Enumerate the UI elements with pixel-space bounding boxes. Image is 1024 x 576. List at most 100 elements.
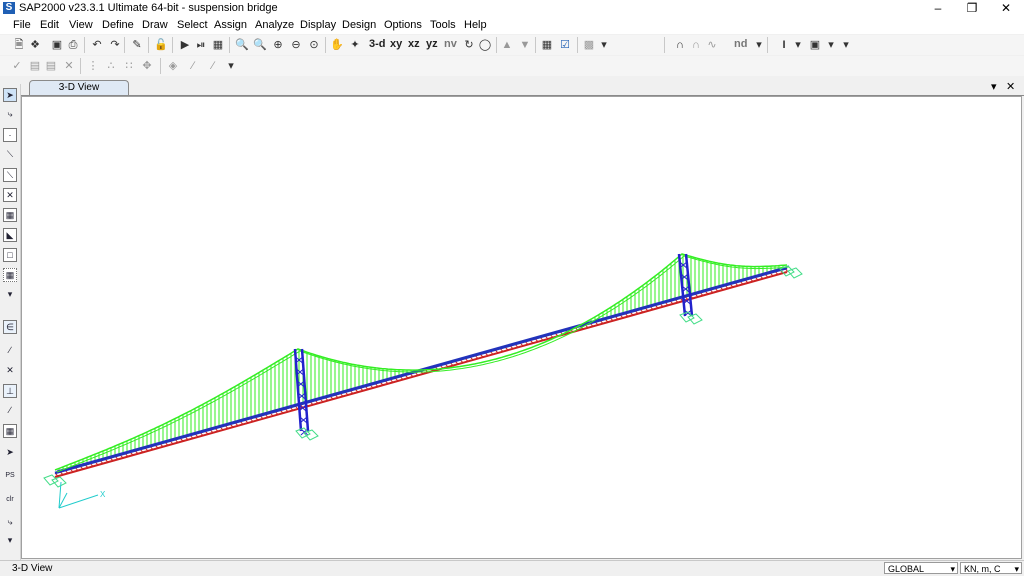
dropdown-arrow-icon[interactable]: ▾ xyxy=(224,59,238,73)
reshaper-icon[interactable]: ⤷ xyxy=(3,108,17,122)
quick-draw-secondary-icon[interactable]: ▦ xyxy=(3,208,17,222)
draw-frame-icon[interactable]: ⟍ xyxy=(3,148,17,162)
snap-fine-grid-icon[interactable]: ▦ xyxy=(3,424,17,438)
tab-3d-view[interactable]: 3-D View xyxy=(29,80,129,95)
minimize-button[interactable]: – xyxy=(921,0,955,17)
tab-list-dropdown-icon[interactable]: ▾ xyxy=(991,80,997,93)
join-icon[interactable]: ∕ xyxy=(186,59,200,73)
quick-draw-frame-icon[interactable]: ⟍ xyxy=(3,168,17,182)
dropdown-arrow-icon[interactable]: ▾ xyxy=(1014,563,1019,575)
pointer-icon[interactable]: ➤ xyxy=(3,88,17,102)
zoom-window-icon[interactable]: 🔍 xyxy=(235,38,249,52)
extrude-icon[interactable]: ∕ xyxy=(206,59,220,73)
suspension-bridge-model[interactable]: X xyxy=(22,97,1021,558)
merge-icon[interactable]: ◈ xyxy=(166,59,180,73)
replicate-icon[interactable]: ⋮ xyxy=(86,59,100,73)
menu-analyze[interactable]: Analyze xyxy=(255,19,294,31)
model-viewport[interactable]: X xyxy=(21,96,1022,559)
menu-define[interactable]: Define xyxy=(102,19,134,31)
draw-poly-area-icon[interactable]: ◣ xyxy=(3,228,17,242)
previous-selection-icon[interactable]: PS xyxy=(3,470,17,484)
draw-joint-icon[interactable]: · xyxy=(3,128,17,142)
grid-icon[interactable]: ▦ xyxy=(540,38,554,52)
pan-icon[interactable]: ✋ xyxy=(330,38,344,52)
menu-help[interactable]: Help xyxy=(464,19,487,31)
zoom-restore-icon[interactable]: 🔍 xyxy=(253,38,267,52)
dropdown-arrow-icon[interactable]: ▾ xyxy=(791,38,805,52)
units-select[interactable]: KN, m, C ▾ xyxy=(960,562,1022,574)
save-icon[interactable]: ▣ xyxy=(50,38,64,52)
menu-design[interactable]: Design xyxy=(342,19,376,31)
draw-rect-area-icon[interactable]: □ xyxy=(3,248,17,262)
snap-lines-icon[interactable]: ∕ xyxy=(3,404,17,418)
open-icon[interactable]: ❖ xyxy=(28,38,42,52)
intersecting-line-select-icon[interactable]: ⤷ xyxy=(3,516,17,530)
toolbar-separator xyxy=(229,37,230,53)
assign-icon[interactable]: ▩ xyxy=(582,38,596,52)
menu-assign[interactable]: Assign xyxy=(214,19,247,31)
quick-draw-area-icon[interactable]: ▦ xyxy=(3,268,17,282)
restore-button[interactable]: ❐ xyxy=(955,0,989,17)
redo-icon[interactable]: ↷ xyxy=(108,38,122,52)
view-yz-button[interactable]: yz xyxy=(426,38,438,50)
menu-view[interactable]: View xyxy=(69,19,93,31)
dropdown-arrow-icon[interactable]: ▾ xyxy=(3,288,17,302)
paste-icon[interactable]: ▤ xyxy=(44,59,58,73)
view-3d-button[interactable]: 3-d xyxy=(369,38,386,50)
move-icon[interactable]: ✥ xyxy=(140,59,154,73)
set-view-icon[interactable]: ✦ xyxy=(348,38,362,52)
snap-intersections-icon[interactable]: ✕ xyxy=(3,364,17,378)
close-tab-icon[interactable]: ✕ xyxy=(1006,80,1015,93)
snap-ends-icon[interactable]: ∕ xyxy=(3,344,17,358)
select-all-icon[interactable]: ➤ xyxy=(3,446,17,460)
display-frame-icon[interactable]: ▦ xyxy=(211,38,225,52)
print-icon[interactable]: ⎙ xyxy=(66,38,80,52)
perspective-icon[interactable]: ◯ xyxy=(478,38,492,52)
move-up-icon[interactable]: ▲ xyxy=(500,38,514,52)
snap-points-icon[interactable]: ∈ xyxy=(3,320,17,334)
cable-shape-icon[interactable]: ∿ xyxy=(705,38,719,52)
align-icon[interactable]: ∷ xyxy=(122,59,136,73)
zoom-out-icon[interactable]: ⊖ xyxy=(289,38,303,52)
view-xy-button[interactable]: xy xyxy=(390,38,402,50)
coordinate-system-select[interactable]: GLOBAL ▾ xyxy=(884,562,958,574)
rotate-view-icon[interactable]: ↻ xyxy=(462,38,476,52)
undo-icon[interactable]: ↶ xyxy=(90,38,104,52)
dropdown-arrow-icon[interactable]: ▾ xyxy=(752,38,766,52)
snap-perpendicular-icon[interactable]: ⊥ xyxy=(3,384,17,398)
frame-shape-icon[interactable]: ∩ xyxy=(673,38,687,52)
dropdown-arrow-icon[interactable]: ▾ xyxy=(597,38,611,52)
menu-tools[interactable]: Tools xyxy=(430,19,456,31)
new-model-icon[interactable]: 🗎 xyxy=(12,38,26,52)
menu-file[interactable]: File xyxy=(13,19,31,31)
section-i-icon[interactable]: I xyxy=(777,38,791,52)
dropdown-arrow-icon[interactable]: ▾ xyxy=(950,563,955,575)
run-analysis-icon[interactable]: ▶ xyxy=(178,38,192,52)
menu-edit[interactable]: Edit xyxy=(40,19,59,31)
zoom-fit-icon[interactable]: ⊙ xyxy=(307,38,321,52)
pencil-icon[interactable]: ✎ xyxy=(130,38,144,52)
view-nv-button[interactable]: nv xyxy=(444,38,457,50)
menu-draw[interactable]: Draw xyxy=(142,19,168,31)
dropdown-arrow-icon[interactable]: ▾ xyxy=(824,38,838,52)
display-options-icon[interactable]: ☑ xyxy=(558,38,572,52)
dropdown-arrow-icon[interactable]: ▾ xyxy=(839,38,853,52)
move-down-icon[interactable]: ▼ xyxy=(518,38,532,52)
delete-icon[interactable]: ✕ xyxy=(62,59,76,73)
dropdown-arrow-icon[interactable]: ▾ xyxy=(3,534,17,548)
lock-icon[interactable]: 🔓 xyxy=(154,38,168,52)
view-xz-button[interactable]: xz xyxy=(408,38,420,50)
frame-shape-2-icon[interactable]: ∩ xyxy=(689,38,703,52)
check-icon[interactable]: ✓ xyxy=(10,59,24,73)
menu-select[interactable]: Select xyxy=(177,19,208,31)
close-button[interactable]: ✕ xyxy=(989,0,1023,17)
zoom-in-icon[interactable]: ⊕ xyxy=(271,38,285,52)
run-now-icon[interactable]: ⏯ xyxy=(194,38,208,52)
menu-options[interactable]: Options xyxy=(384,19,422,31)
clipboard-icon[interactable]: ▤ xyxy=(28,59,42,73)
menu-display[interactable]: Display xyxy=(300,19,336,31)
clear-selection-icon[interactable]: clr xyxy=(3,494,17,508)
divide-icon[interactable]: ∴ xyxy=(104,59,118,73)
area-section-icon[interactable]: ▣ xyxy=(808,38,822,52)
quick-draw-braces-icon[interactable]: ✕ xyxy=(3,188,17,202)
